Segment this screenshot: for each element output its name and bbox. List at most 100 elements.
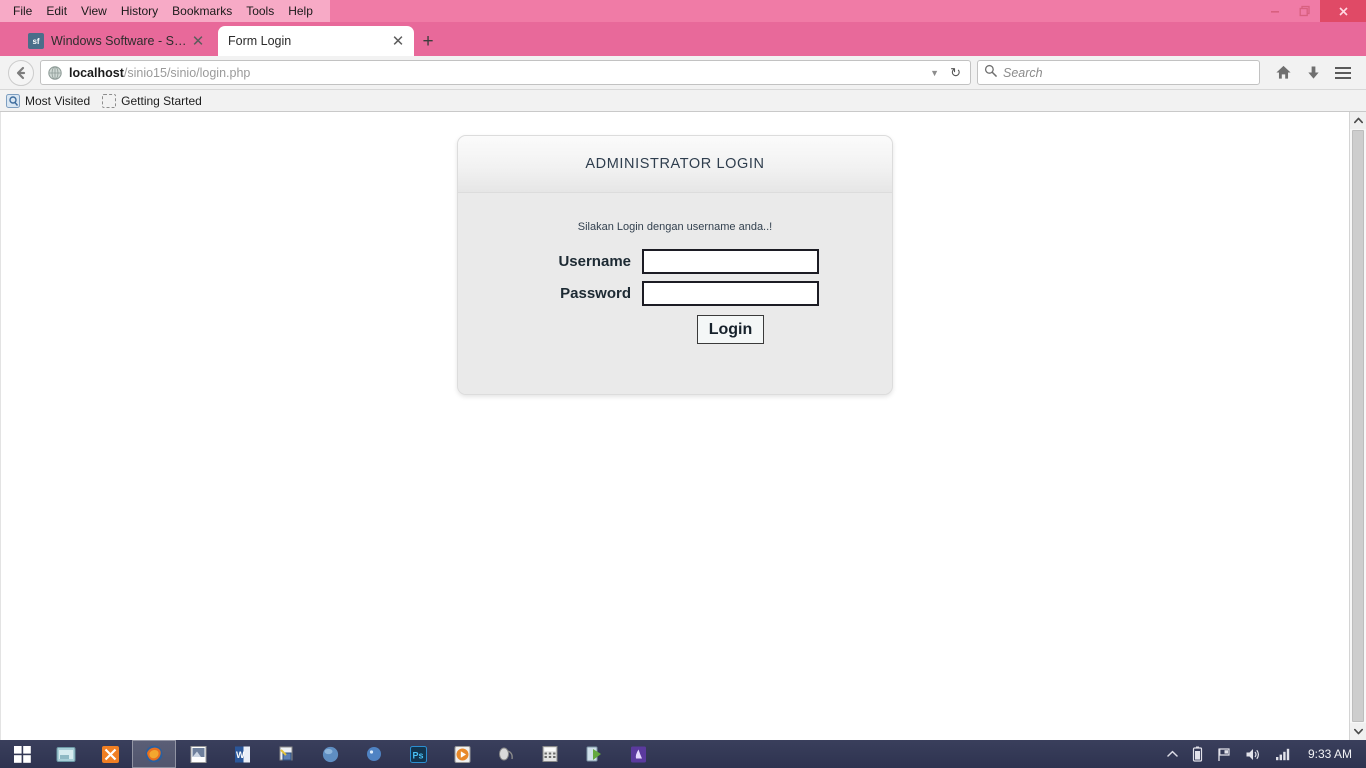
scroll-down-icon: [1353, 728, 1363, 735]
menu-file[interactable]: File: [6, 1, 39, 21]
signal-bars-icon: [1275, 748, 1290, 761]
scroll-down-button[interactable]: [1350, 723, 1366, 740]
scrollbar-track[interactable]: [1350, 129, 1366, 723]
reload-icon[interactable]: ↻: [945, 65, 966, 81]
taskbar-item-file-explorer[interactable]: [44, 740, 88, 768]
new-tab-button[interactable]: +: [414, 26, 442, 56]
taskbar-item-word[interactable]: W: [220, 740, 264, 768]
page-viewport: ADMINISTRATOR LOGIN Silakan Login dengan…: [0, 112, 1366, 740]
recycle-app-icon: [586, 746, 601, 761]
navigation-toolbar: localhost/sinio15/sinio/login.php ▼ ↻ Se…: [0, 56, 1366, 90]
web-page: ADMINISTRATOR LOGIN Silakan Login dengan…: [1, 112, 1349, 740]
search-bar[interactable]: Search: [977, 60, 1260, 85]
password-row: Password: [458, 281, 892, 306]
scroll-up-icon: [1353, 117, 1363, 124]
title-bar: File Edit View History Bookmarks Tools H…: [0, 0, 1366, 22]
show-hidden-icons-button[interactable]: [1160, 750, 1185, 758]
menu-edit[interactable]: Edit: [39, 1, 74, 21]
svg-text:Ps: Ps: [412, 750, 423, 760]
close-button[interactable]: [1320, 0, 1366, 22]
password-input[interactable]: [642, 281, 819, 306]
taskbar-item-orange-player[interactable]: [440, 740, 484, 768]
bookmark-label: Getting Started: [121, 93, 202, 108]
most-visited-icon: [6, 93, 20, 108]
page-scrollbar[interactable]: [1349, 112, 1366, 740]
battery-icon: [1192, 746, 1203, 762]
scroll-up-button[interactable]: [1350, 112, 1366, 129]
taskbar-item-firefox[interactable]: [132, 740, 176, 768]
taskbar-item-blue-sphere[interactable]: [308, 740, 352, 768]
bookmark-label: Most Visited: [25, 93, 91, 108]
tab-strip: sf Windows Software - Sourc... ✕ Form Lo…: [0, 22, 1366, 56]
tab-title: Windows Software - Sourc...: [51, 34, 190, 48]
taskbar-item-calculator[interactable]: [528, 740, 572, 768]
bookmark-most-visited[interactable]: Most Visited: [6, 93, 91, 108]
url-path: /sinio15/sinio/login.php: [123, 65, 251, 80]
purple-app-icon: [630, 746, 646, 762]
start-button[interactable]: [0, 740, 44, 768]
tab-close-icon[interactable]: ✕: [190, 33, 206, 49]
taskbar-item-network-tool[interactable]: [264, 740, 308, 768]
menu-tools[interactable]: Tools: [239, 1, 281, 21]
network-tool-icon: [279, 746, 292, 760]
browser-window: File Edit View History Bookmarks Tools H…: [0, 0, 1366, 740]
downloads-button[interactable]: [1298, 59, 1328, 87]
restore-button[interactable]: [1290, 0, 1320, 22]
taskbar-item-blue-app[interactable]: [352, 740, 396, 768]
minimize-icon: [1271, 11, 1279, 13]
flag-icon: [1218, 747, 1230, 761]
chevron-down-icon[interactable]: ▼: [924, 68, 945, 78]
minimize-button[interactable]: [1260, 0, 1290, 22]
tab-windows-software[interactable]: sf Windows Software - Sourc... ✕: [18, 26, 214, 56]
login-instruction-text: Silakan Login dengan username anda..!: [577, 221, 773, 233]
menu-bookmarks[interactable]: Bookmarks: [165, 1, 239, 21]
address-bar[interactable]: localhost/sinio15/sinio/login.php ▼ ↻: [40, 60, 971, 85]
action-center-button[interactable]: [1210, 747, 1238, 762]
url-host: localhost: [69, 65, 124, 80]
home-button[interactable]: [1268, 59, 1298, 87]
login-card: ADMINISTRATOR LOGIN Silakan Login dengan…: [457, 135, 893, 395]
taskbar-item-mouse-app[interactable]: [484, 740, 528, 768]
search-icon: [984, 64, 997, 82]
taskbar-item-photoshop[interactable]: Ps: [396, 740, 440, 768]
taskbar-clock[interactable]: 9:33 AM: [1298, 747, 1360, 761]
battery-button[interactable]: [1185, 746, 1210, 762]
tab-title: Form Login: [228, 34, 292, 48]
search-placeholder: Search: [1003, 65, 1043, 80]
taskbar-items: W Ps: [44, 740, 660, 768]
login-card-body: Silakan Login dengan username anda..! Us…: [458, 193, 892, 394]
windows-logo-icon: [13, 745, 31, 763]
back-arrow-icon: [16, 66, 26, 79]
scrollbar-thumb[interactable]: [1352, 130, 1364, 722]
svg-text:W: W: [236, 750, 245, 760]
menu-help[interactable]: Help: [281, 1, 320, 21]
tab-close-icon[interactable]: ✕: [390, 33, 406, 49]
volume-button[interactable]: [1238, 747, 1268, 762]
file-explorer-icon: [56, 746, 76, 762]
network-button[interactable]: [1268, 747, 1298, 761]
login-button[interactable]: Login: [696, 315, 765, 344]
menu-view[interactable]: View: [74, 1, 114, 21]
firefox-icon: [145, 745, 163, 763]
taskbar-item-purple-app[interactable]: [616, 740, 660, 768]
window-controls: [1260, 0, 1366, 22]
login-form: Username Password Login: [458, 249, 892, 344]
taskbar-item-recycle-app[interactable]: [572, 740, 616, 768]
url-text: localhost/sinio15/sinio/login.php: [69, 66, 924, 80]
taskbar-item-app-orange[interactable]: [88, 740, 132, 768]
sourceforge-icon: sf: [28, 33, 44, 49]
menu-history[interactable]: History: [114, 1, 165, 21]
login-card-header: ADMINISTRATOR LOGIN: [458, 136, 892, 193]
password-label: Password: [560, 285, 631, 302]
system-tray: 9:33 AM: [1160, 740, 1366, 768]
bookmark-getting-started[interactable]: Getting Started: [102, 93, 202, 108]
globe-icon: [47, 65, 63, 81]
browser-menu-button[interactable]: [1328, 59, 1358, 87]
close-icon: [1338, 6, 1348, 16]
back-button[interactable]: [8, 59, 34, 86]
tab-form-login[interactable]: Form Login ✕: [218, 26, 414, 56]
username-input[interactable]: [642, 249, 819, 274]
orange-app-icon: [101, 745, 119, 763]
taskbar-item-media-player[interactable]: [176, 740, 220, 768]
